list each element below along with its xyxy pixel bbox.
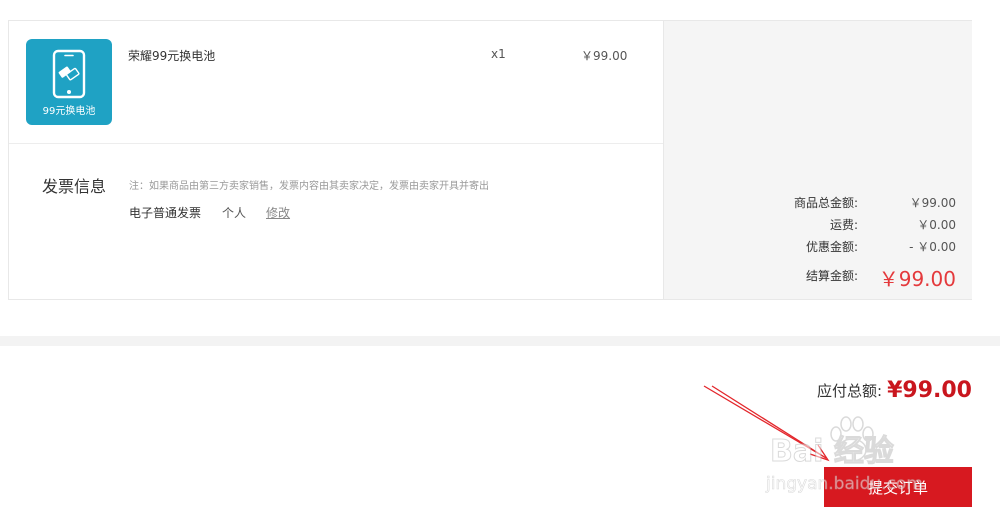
summary-shipping-value: ￥0.00 — [917, 218, 956, 232]
payable-total: 应付总额: ¥99.00 — [817, 378, 972, 403]
watermark-main: Bai 经验 — [770, 434, 895, 470]
invoice-edit-link[interactable]: 修改 — [266, 204, 290, 221]
payable-amount: ¥99.00 — [887, 378, 972, 403]
order-panel: 99元换电池 荣耀99元换电池 x1 ￥99.00 发票信息 注：如果商品由第三… — [8, 20, 972, 300]
payable-label: 应付总额: — [816, 382, 882, 400]
section-divider — [0, 336, 1000, 346]
paw-icon — [830, 416, 874, 462]
submit-order-button[interactable]: 提交订单 — [824, 467, 972, 507]
invoice-type: 电子普通发票 — [129, 206, 202, 220]
product-quantity: x1 — [491, 47, 506, 61]
summary-discount-value: - ￥0.00 — [909, 240, 956, 254]
summary-shipping-label: 运费: — [829, 218, 858, 232]
summary-goods-total-value: ￥99.00 — [909, 196, 956, 210]
summary-final-label: 结算金额: — [805, 269, 858, 283]
thumbnail-caption: 99元换电池 — [42, 106, 96, 117]
invoice-section: 发票信息 注：如果商品由第三方卖家销售，发票内容由其卖家决定，发票由卖家开具并寄… — [9, 143, 663, 299]
phone-battery-icon — [52, 49, 86, 99]
order-items-column: 99元换电池 荣耀99元换电池 x1 ￥99.00 发票信息 注：如果商品由第三… — [9, 21, 663, 299]
invoice-holder: 个人 — [222, 206, 247, 220]
product-name[interactable]: 荣耀99元换电池 — [128, 47, 215, 64]
summary-final-value: ￥99.00 — [878, 267, 956, 291]
summary-goods-total-label: 商品总金额: — [793, 196, 858, 210]
product-price: ￥99.00 — [581, 49, 628, 63]
price-summary: 商品总金额: ￥99.00 运费: ￥0.00 优惠金额: - ￥0.00 结算… — [663, 21, 972, 299]
product-row: 99元换电池 荣耀99元换电池 x1 ￥99.00 — [9, 21, 663, 144]
invoice-title: 发票信息 — [42, 177, 107, 196]
summary-discount-label: 优惠金额: — [805, 240, 858, 254]
invoice-note: 注：如果商品由第三方卖家销售，发票内容由其卖家决定，发票由卖家开具并寄出 — [129, 181, 489, 192]
product-thumbnail[interactable]: 99元换电池 — [26, 39, 112, 125]
